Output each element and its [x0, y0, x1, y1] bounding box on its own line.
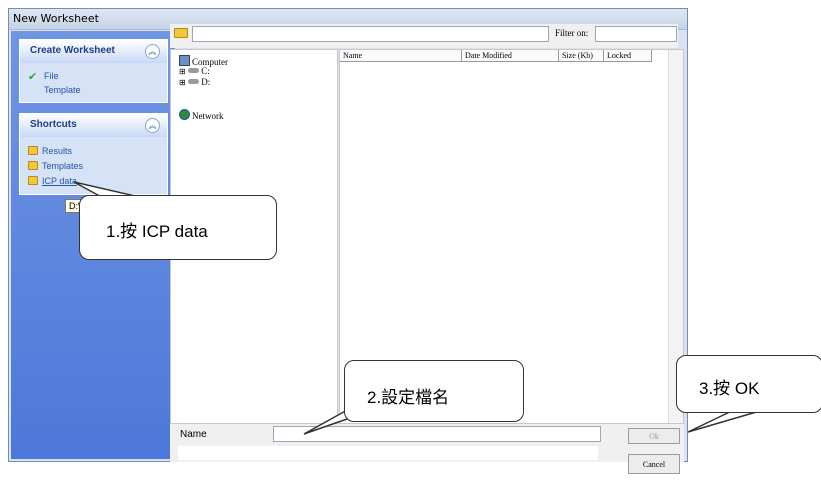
callout-step-2-text: 2.設定檔名: [367, 388, 450, 407]
computer-icon: [179, 55, 190, 66]
drive-icon: [187, 79, 199, 84]
path-toolbar: Filter on:: [170, 24, 678, 48]
collapse-chevron-icon[interactable]: ︽: [145, 118, 160, 133]
shortcuts-header[interactable]: Shortcuts ︽: [20, 114, 167, 137]
drive-icon: [187, 68, 199, 73]
name-input[interactable]: [273, 426, 601, 442]
template-label: Template: [44, 85, 81, 95]
callout-step-3: 3.按 OK: [676, 355, 821, 413]
template-item[interactable]: Template: [44, 85, 81, 95]
network-label: Network: [192, 111, 224, 121]
shortcuts-title: Shortcuts: [30, 119, 77, 130]
column-size[interactable]: Size (Kb): [559, 50, 604, 62]
folder-icon: [28, 176, 38, 185]
callout-step-1-text: 1.按 ICP data: [106, 222, 208, 241]
callout-step-1: 1.按 ICP data: [79, 195, 277, 260]
tree-item-network[interactable]: Network: [179, 109, 224, 121]
path-input[interactable]: [192, 26, 549, 42]
column-name[interactable]: Name: [340, 50, 462, 62]
file-label: File: [44, 71, 59, 81]
column-date-modified[interactable]: Date Modified: [462, 50, 559, 62]
check-icon: ✔: [28, 71, 38, 83]
file-item[interactable]: ✔ File: [28, 70, 59, 83]
callout-step-3-text: 3.按 OK: [699, 379, 760, 398]
shortcut-results[interactable]: Results: [28, 146, 72, 156]
ok-button[interactable]: Ok: [628, 428, 680, 444]
c-drive-label: C:: [201, 66, 210, 76]
icp-data-label: ICP data: [42, 176, 77, 186]
folder-icon[interactable]: [174, 28, 188, 38]
column-locked[interactable]: Locked: [604, 50, 652, 62]
d-drive-label: D:: [201, 77, 211, 87]
shortcut-icp-data[interactable]: ICP data: [28, 176, 77, 186]
create-worksheet-title: Create Worksheet: [30, 45, 115, 56]
network-globe-icon: [179, 109, 190, 120]
shortcut-templates[interactable]: Templates: [28, 161, 83, 171]
templates-label: Templates: [42, 161, 84, 171]
name-label: Name: [180, 429, 207, 440]
results-label: Results: [42, 146, 73, 156]
collapse-chevron-icon[interactable]: ︽: [145, 44, 160, 59]
filter-label: Filter on:: [555, 28, 589, 38]
folder-icon: [28, 146, 38, 155]
create-worksheet-header[interactable]: Create Worksheet ︽: [20, 40, 167, 63]
create-worksheet-panel: Create Worksheet ︽ ✔ File Template: [19, 39, 168, 103]
filter-input[interactable]: [595, 26, 677, 42]
bottom-panel: Name Ok Cancel: [170, 424, 684, 474]
cancel-button[interactable]: Cancel: [628, 454, 680, 474]
tree-item-c-drive[interactable]: ⊞ C:: [179, 66, 210, 76]
expand-plus-icon[interactable]: ⊞: [179, 67, 186, 76]
tree-item-d-drive[interactable]: ⊞ D:: [179, 77, 210, 87]
description-area[interactable]: [178, 446, 598, 460]
folder-icon: [28, 161, 38, 170]
callout-step-2: 2.設定檔名: [344, 360, 524, 422]
window-title: New Worksheet: [13, 12, 99, 25]
shortcuts-panel: Shortcuts ︽ Results Templates ICP data: [19, 113, 168, 195]
expand-plus-icon[interactable]: ⊞: [179, 78, 186, 87]
